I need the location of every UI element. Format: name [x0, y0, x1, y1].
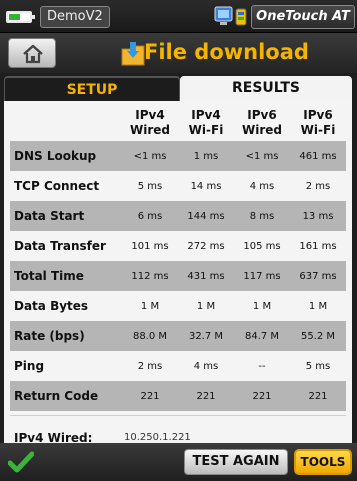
table-cell: <1 ms: [122, 141, 178, 171]
row-label: TCP Connect: [10, 171, 122, 201]
tools-button[interactable]: TOOLS: [294, 449, 352, 475]
table-row: Data Start 6 ms 144 ms 8 ms 13 ms: [10, 201, 346, 231]
bottom-bar: TEST AGAIN TOOLS: [0, 443, 357, 481]
table-cell: 84.7 M: [234, 321, 290, 351]
table-cell: 161 ms: [290, 231, 346, 261]
folder-download-icon: [121, 42, 145, 66]
row-label: Rate (bps): [10, 321, 122, 351]
table-cell: 431 ms: [178, 261, 234, 291]
device-name-label[interactable]: DemoV2: [40, 6, 110, 28]
row-label: Ping: [10, 351, 122, 381]
detail-label: IPv4 Wired:: [14, 431, 93, 443]
row-label: Data Bytes: [10, 291, 122, 321]
table-row: DNS Lookup <1 ms 1 ms <1 ms 461 ms: [10, 141, 346, 171]
table-cell: 1 M: [234, 291, 290, 321]
table-cell: 5 ms: [290, 351, 346, 381]
table-cell: 1 M: [122, 291, 178, 321]
detail-value: 10.250.1.221: [124, 432, 191, 443]
page-title: File download: [144, 40, 309, 64]
checkmark-icon: [8, 451, 34, 473]
table-cell: 14 ms: [178, 171, 234, 201]
column-header: IPv6 Wired: [242, 108, 282, 137]
test-again-button[interactable]: TEST AGAIN: [184, 449, 288, 475]
row-label: DNS Lookup: [10, 141, 122, 171]
table-cell: 272 ms: [178, 231, 234, 261]
tab-results[interactable]: RESULTS: [180, 76, 352, 101]
table-cell: 55.2 M: [290, 321, 346, 351]
table-cell: 1 M: [178, 291, 234, 321]
table-cell: 105 ms: [234, 231, 290, 261]
tab-setup[interactable]: SETUP: [4, 76, 180, 101]
table-cell: 5 ms: [122, 171, 178, 201]
table-row: Ping 2 ms 4 ms -- 5 ms: [10, 351, 346, 381]
table-cell: 6 ms: [122, 201, 178, 231]
column-header: IPv4 Wi-Fi: [188, 108, 224, 137]
tab-bar: SETUP RESULTS: [0, 73, 357, 101]
row-label: Total Time: [10, 261, 122, 291]
table-cell: 4 ms: [178, 351, 234, 381]
section-divider: [10, 415, 346, 416]
table-cell: 101 ms: [122, 231, 178, 261]
table-row: Total Time 112 ms 431 ms 117 ms 637 ms: [10, 261, 346, 291]
table-cell: 112 ms: [122, 261, 178, 291]
table-cell: 461 ms: [290, 141, 346, 171]
home-icon: [23, 44, 43, 64]
title-bar: File download: [0, 33, 357, 73]
table-cell: 8 ms: [234, 201, 290, 231]
table-row: Return Code 221 221 221 221: [10, 381, 346, 411]
column-header: IPv4 Wired: [130, 108, 170, 137]
battery-icon: [6, 11, 35, 23]
table-row: Rate (bps) 88.0 M 32.7 M 84.7 M 55.2 M: [10, 321, 346, 351]
table-cell: 13 ms: [290, 201, 346, 231]
table-cell: 1 ms: [178, 141, 234, 171]
table-row: Data Bytes 1 M 1 M 1 M 1 M: [10, 291, 346, 321]
results-table: IPv4 Wired IPv4 Wi-Fi IPv6 Wired IPv6 Wi-Fi …: [10, 101, 346, 411]
table-cell: 144 ms: [178, 201, 234, 231]
table-cell: 221: [122, 381, 178, 411]
table-cell: 88.0 M: [122, 321, 178, 351]
row-label: Data Transfer: [10, 231, 122, 261]
row-label: Data Start: [10, 201, 122, 231]
battery-level-fill: [9, 14, 20, 20]
table-cell: 1 M: [290, 291, 346, 321]
network-status-icon[interactable]: [213, 5, 249, 29]
table-cell: 221: [290, 381, 346, 411]
row-label: Return Code: [10, 381, 122, 411]
table-cell: --: [234, 351, 290, 381]
table-cell: 2 ms: [122, 351, 178, 381]
table-cell: 32.7 M: [178, 321, 234, 351]
home-button[interactable]: [8, 38, 56, 68]
table-header-row: IPv4 Wired IPv4 Wi-Fi IPv6 Wired IPv6 Wi-Fi: [10, 101, 346, 141]
table-cell: 637 ms: [290, 261, 346, 291]
table-cell: 2 ms: [290, 171, 346, 201]
table-cell: 221: [234, 381, 290, 411]
table-row: Data Transfer 101 ms 272 ms 105 ms 161 m…: [10, 231, 346, 261]
table-cell: 4 ms: [234, 171, 290, 201]
column-header: IPv6 Wi-Fi: [300, 108, 336, 137]
table-cell: 117 ms: [234, 261, 290, 291]
table-row: TCP Connect 5 ms 14 ms 4 ms 2 ms: [10, 171, 346, 201]
table-cell: 221: [178, 381, 234, 411]
table-cell: <1 ms: [234, 141, 290, 171]
app-brand-button[interactable]: OneTouch AT: [251, 5, 355, 29]
results-panel[interactable]: IPv4 Wired IPv4 Wi-Fi IPv6 Wired IPv6 Wi-Fi …: [4, 101, 352, 443]
status-bar: DemoV2 OneTouch AT: [0, 0, 357, 33]
